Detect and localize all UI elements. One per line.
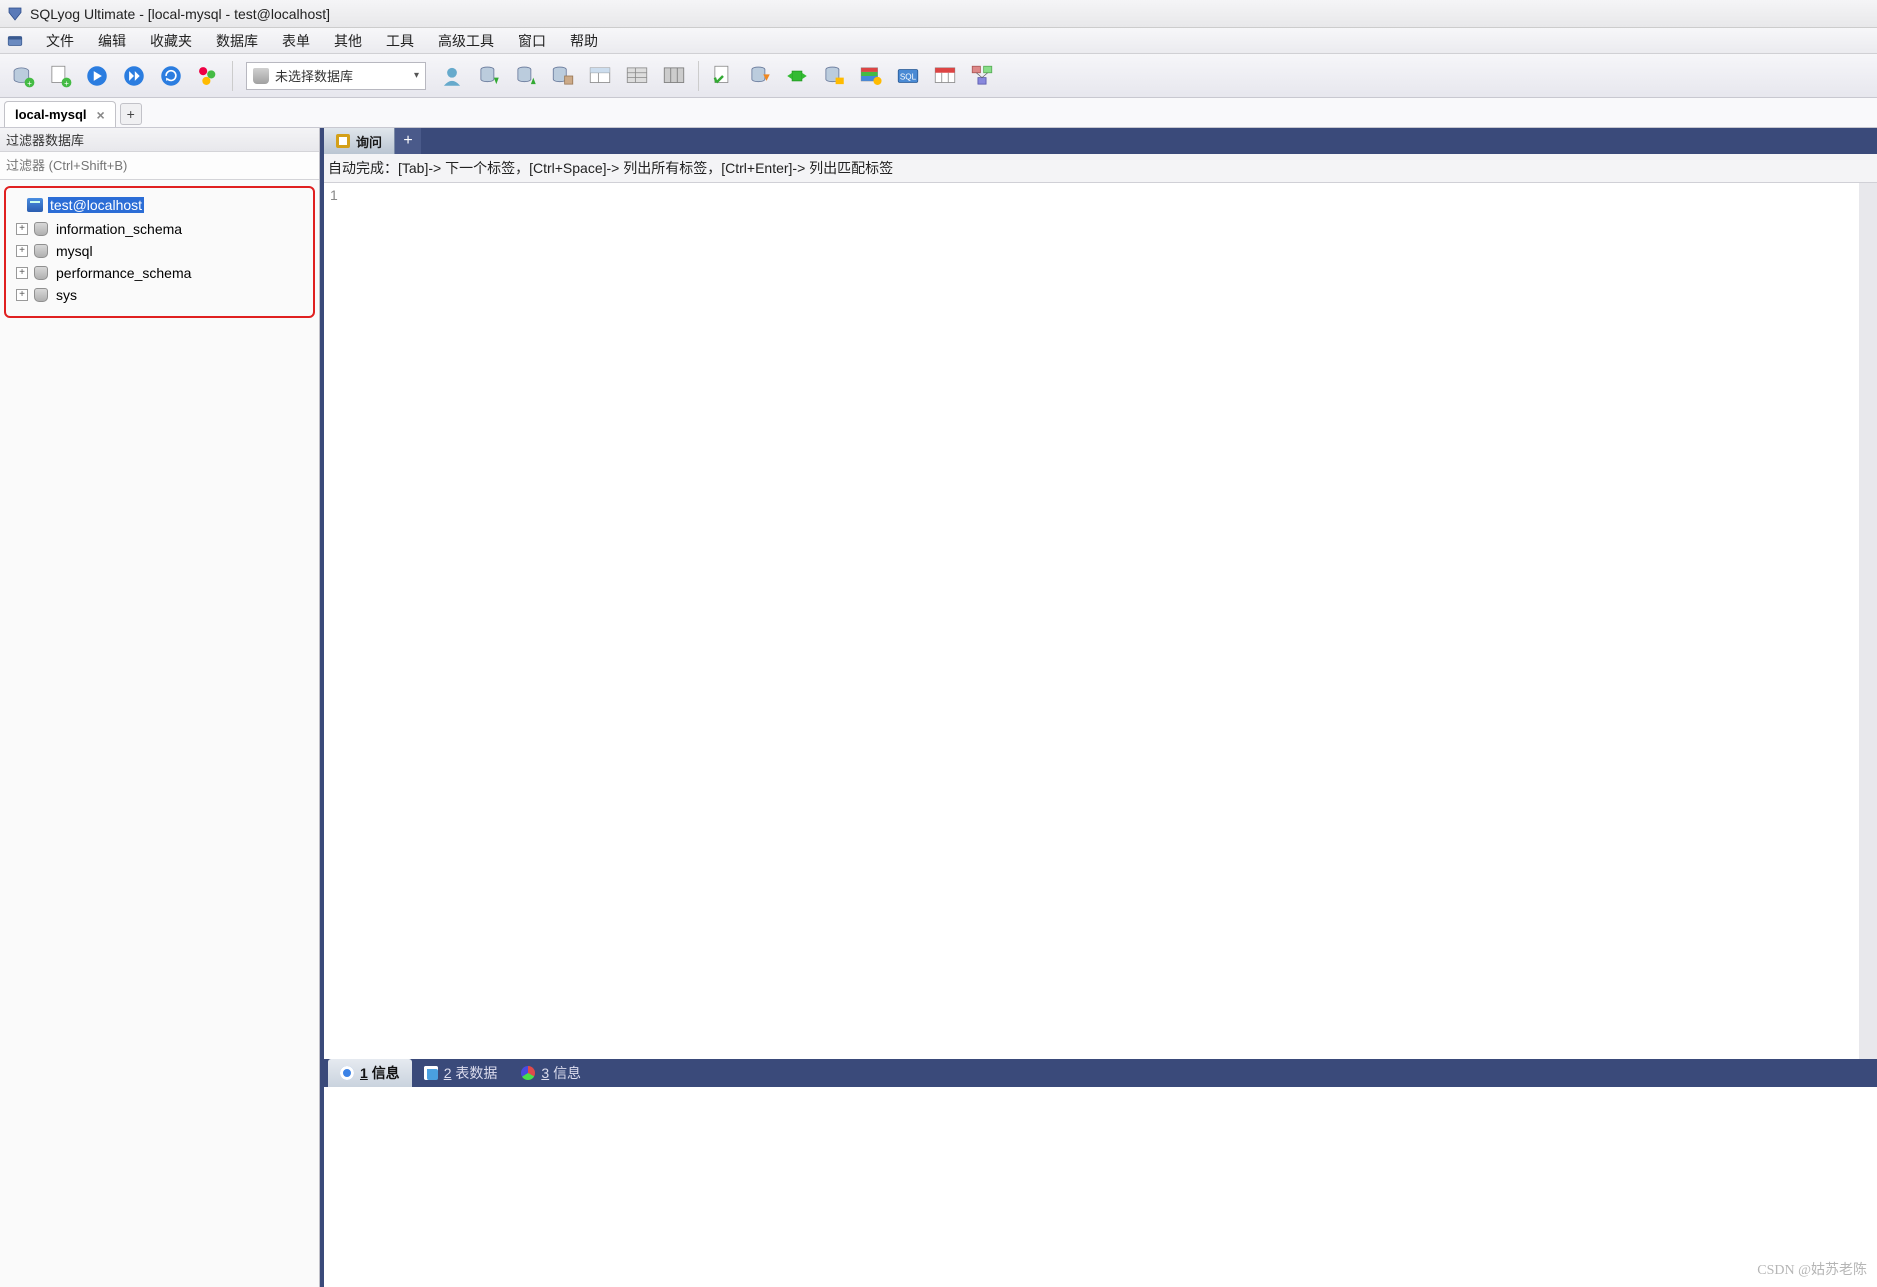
tree-root-connection[interactable]: test@localhost [8, 194, 311, 216]
tree-root-label: test@localhost [48, 197, 144, 213]
database-icon [32, 265, 50, 281]
toolbar-separator [698, 61, 699, 91]
svg-text:+: + [27, 78, 32, 87]
svg-text:SQL: SQL [900, 72, 917, 81]
result-tab-label: 表数据 [455, 1065, 497, 1081]
new-query-button[interactable]: + [43, 59, 77, 93]
svg-text:+: + [64, 78, 69, 87]
close-tab-icon[interactable]: × [97, 107, 105, 123]
table-tool3-button[interactable] [657, 59, 691, 93]
result-tab-num: 2 [444, 1065, 452, 1081]
result-tab-messages[interactable]: 3 信息 [509, 1059, 593, 1087]
table-tool2-button[interactable] [620, 59, 654, 93]
result-tab-num: 3 [541, 1065, 549, 1081]
database-selector-text: 未选择数据库 [275, 66, 353, 85]
object-tree-highlight: test@localhost + information_schema + my… [4, 186, 315, 318]
query-tab-icon [336, 134, 350, 148]
connection-tab-label: local-mysql [15, 107, 87, 122]
messages-icon [521, 1066, 535, 1080]
menu-powertools[interactable]: 高级工具 [426, 28, 506, 54]
tree-db-item[interactable]: + performance_schema [8, 262, 311, 284]
window-title: SQLyog Ultimate - [local-mysql - test@lo… [30, 6, 330, 22]
title-bar: SQLyog Ultimate - [local-mysql - test@lo… [0, 0, 1877, 28]
toolbar-separator [232, 61, 233, 91]
menu-edit[interactable]: 编辑 [86, 28, 138, 54]
sql-editor[interactable]: 1 [324, 183, 1877, 1059]
data-sync-button[interactable] [780, 59, 814, 93]
relations-button[interactable] [928, 59, 962, 93]
results-tab-bar: 1 信息 2 表数据 3 信息 [324, 1059, 1877, 1087]
line-number: 1 [330, 187, 338, 203]
menu-favorites[interactable]: 收藏夹 [138, 28, 204, 54]
watermark: CSDN @姑苏老陈 [1757, 1259, 1867, 1279]
menu-window[interactable]: 窗口 [506, 28, 558, 54]
filter-input[interactable] [0, 152, 319, 180]
database-selector[interactable]: 未选择数据库 ▾ [246, 62, 426, 90]
filter-header: 过滤器数据库 [0, 128, 319, 152]
query-tab-label: 询问 [356, 132, 382, 151]
tree-db-item[interactable]: + sys [8, 284, 311, 306]
tree-db-item[interactable]: + mysql [8, 240, 311, 262]
add-connection-tab-button[interactable]: + [120, 103, 142, 125]
expand-icon[interactable]: + [16, 267, 28, 279]
result-tab-label: 信息 [372, 1065, 400, 1081]
connection-tab-bar: local-mysql × + [0, 98, 1877, 128]
results-body [324, 1087, 1877, 1287]
export-button[interactable] [472, 59, 506, 93]
menu-tools[interactable]: 工具 [374, 28, 426, 54]
query-tab[interactable]: 询问 [324, 128, 395, 154]
schema-sync-button[interactable] [743, 59, 777, 93]
execute-query-button[interactable] [80, 59, 114, 93]
tree-db-label: information_schema [54, 221, 184, 237]
new-connection-button[interactable]: + [6, 59, 40, 93]
query-panel: 询问 + 自动完成：[Tab]-> 下一个标签，[Ctrl+Space]-> 列… [320, 128, 1877, 1287]
connection-tab[interactable]: local-mysql × [4, 101, 116, 127]
visual-compare-button[interactable] [854, 59, 888, 93]
menu-other[interactable]: 其他 [322, 28, 374, 54]
chevron-down-icon: ▾ [414, 70, 419, 81]
format-button[interactable] [191, 59, 225, 93]
system-menu-icon[interactable] [4, 30, 26, 52]
autocomplete-hint: 自动完成：[Tab]-> 下一个标签，[Ctrl+Space]-> 列出所有标签… [324, 154, 1877, 183]
result-tab-tabledata[interactable]: 2 表数据 [412, 1059, 510, 1087]
toolbar: + + 未选择数据库 ▾ SQL [0, 54, 1877, 98]
info-button[interactable]: SQL [891, 59, 925, 93]
object-browser-panel: 过滤器数据库 test@localhost + information_sche… [0, 128, 320, 1287]
tree-db-label: mysql [54, 243, 95, 259]
query-tab-bar: 询问 + [324, 128, 1877, 154]
database-icon [32, 243, 50, 259]
main-split: 过滤器数据库 test@localhost + information_sche… [0, 128, 1877, 1287]
refresh-button[interactable] [154, 59, 188, 93]
result-tab-num: 1 [360, 1065, 368, 1081]
expand-icon[interactable]: + [16, 289, 28, 301]
add-query-tab-button[interactable]: + [395, 128, 421, 154]
server-icon [26, 197, 44, 213]
schema-designer-button[interactable] [965, 59, 999, 93]
expand-icon[interactable]: + [16, 223, 28, 235]
query-builder-button[interactable] [706, 59, 740, 93]
app-icon [6, 5, 24, 23]
menu-database[interactable]: 数据库 [204, 28, 270, 54]
tree-db-item[interactable]: + information_schema [8, 218, 311, 240]
backup-button[interactable] [546, 59, 580, 93]
menu-file[interactable]: 文件 [34, 28, 86, 54]
expand-icon[interactable]: + [16, 245, 28, 257]
execute-all-button[interactable] [117, 59, 151, 93]
database-icon [32, 287, 50, 303]
database-icon [253, 68, 269, 84]
user-manager-button[interactable] [435, 59, 469, 93]
table-tool-button[interactable] [583, 59, 617, 93]
menu-help[interactable]: 帮助 [558, 28, 610, 54]
schedule-button[interactable] [817, 59, 851, 93]
import-button[interactable] [509, 59, 543, 93]
result-tab-label: 信息 [553, 1065, 581, 1081]
result-tab-info[interactable]: 1 信息 [328, 1059, 412, 1087]
tree-db-label: performance_schema [54, 265, 193, 281]
table-icon [424, 1066, 438, 1080]
database-icon [32, 221, 50, 237]
tree-db-label: sys [54, 287, 79, 303]
menu-bar: 文件 编辑 收藏夹 数据库 表单 其他 工具 高级工具 窗口 帮助 [0, 28, 1877, 54]
info-icon [340, 1066, 354, 1080]
menu-table[interactable]: 表单 [270, 28, 322, 54]
